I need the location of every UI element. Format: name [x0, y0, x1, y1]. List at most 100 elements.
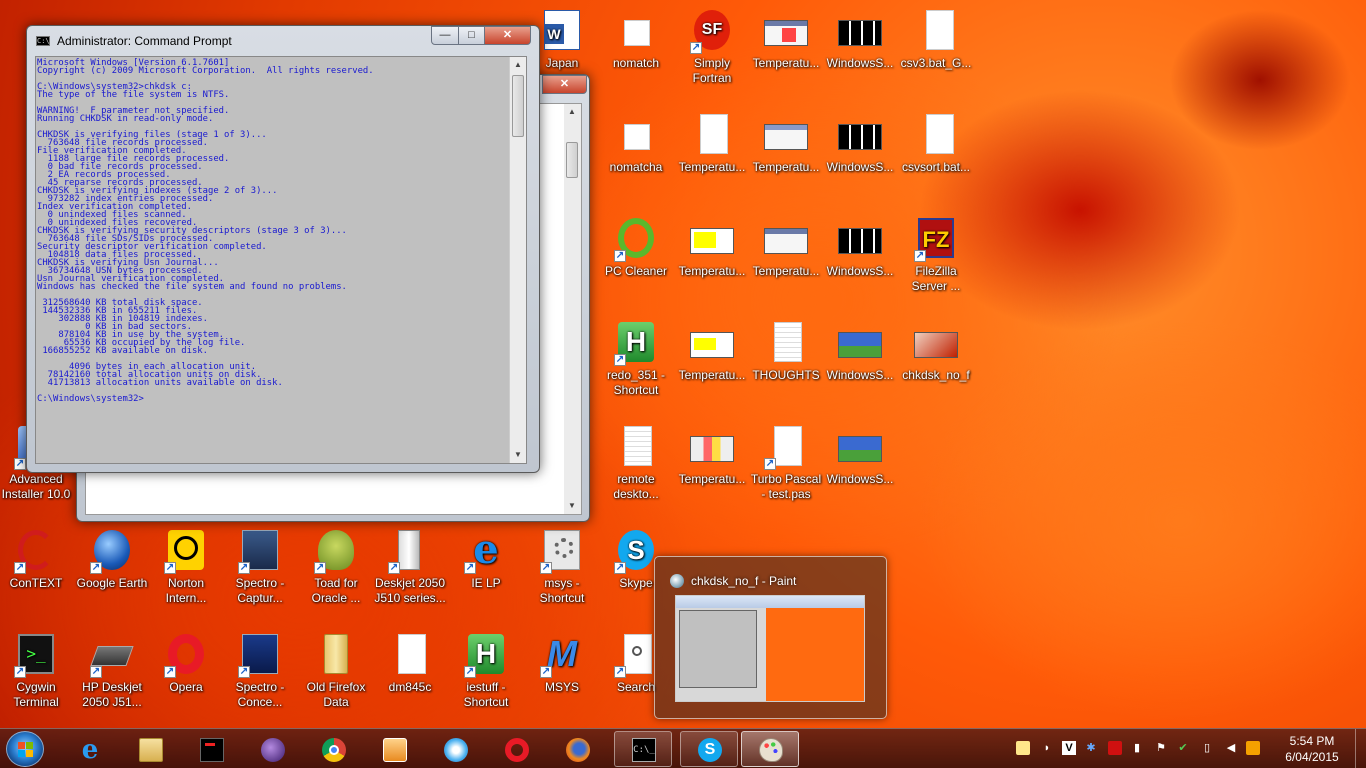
desktop-icon[interactable]: ↗ Norton Intern... — [148, 526, 224, 606]
desktop-icon[interactable]: chkdsk_no_f — [898, 318, 974, 383]
minimize-button[interactable]: — — [431, 26, 459, 45]
file-icon — [762, 318, 810, 366]
desktop-icon[interactable]: e ↗ IE LP — [448, 526, 524, 591]
taskbar-command-prompt[interactable]: C:\_ — [614, 731, 672, 767]
icon-label: Temperatu... — [678, 264, 746, 278]
scroll-up-arrow-icon[interactable]: ▲ — [510, 57, 526, 73]
scrollbar-thumb[interactable] — [566, 142, 578, 178]
command-prompt-window[interactable]: C:\ Administrator: Command Prompt — □ ✕ … — [26, 25, 540, 473]
clock-time: 5:54 PM — [1289, 734, 1335, 748]
desktop-icon[interactable]: ↗ ConTEXT — [0, 526, 74, 591]
icon-label: Advanced Installer 10.0 — [1, 472, 71, 501]
desktop-icon[interactable]: Temperatu... — [748, 110, 824, 175]
desktop-icon[interactable]: FZ ↗ FileZilla Server ... — [898, 214, 974, 294]
signal-icon[interactable]: ◗ — [1040, 741, 1054, 755]
scanner-icon: ↗ — [88, 630, 136, 678]
icon-label: iestuff - Shortcut — [463, 680, 509, 709]
taskbar-thumbnail-preview[interactable]: chkdsk_no_f - Paint — [654, 556, 887, 719]
desktop-icon[interactable]: WindowsS... — [822, 110, 898, 175]
clock[interactable]: 5:54 PM 6/04/2015 — [1280, 733, 1344, 765]
vlc-filter-icon[interactable]: V — [1062, 741, 1076, 755]
taskbar-paint[interactable] — [741, 731, 799, 767]
windows-logo-icon — [18, 742, 34, 758]
thumbnail-icon — [762, 110, 810, 158]
scroll-up-arrow-icon[interactable]: ▲ — [564, 104, 580, 120]
filezilla-icon: FZ ↗ — [912, 214, 960, 262]
desktop-icon[interactable]: Temperatu... — [674, 110, 750, 175]
scroll-down-arrow-icon[interactable]: ▼ — [564, 498, 580, 514]
desktop-icon[interactable]: Temperatu... — [674, 422, 750, 487]
icon-label: Google Earth — [76, 576, 148, 590]
desktop-icon[interactable]: H ↗ iestuff - Shortcut — [448, 630, 524, 710]
desktop-icon[interactable]: remote deskto... — [598, 422, 674, 502]
taskbar-opera[interactable] — [487, 731, 545, 767]
desktop-icon[interactable]: Temperatu... — [748, 214, 824, 279]
desktop-icon[interactable]: WindowsS... — [822, 318, 898, 383]
desktop-icon[interactable]: ↗ Toad for Oracle ... — [298, 526, 374, 606]
desktop-icon[interactable]: >_ ↗ Cygwin Terminal — [0, 630, 74, 710]
desktop-icon[interactable]: nomatch — [598, 6, 674, 71]
desktop-icon[interactable]: THOUGHTS — [748, 318, 824, 383]
icon-label: remote deskto... — [613, 472, 659, 501]
console-scrollbar[interactable]: ▲ ▼ — [509, 57, 526, 463]
bluetooth-icon[interactable]: ✱ — [1084, 741, 1098, 755]
desktop-icon[interactable]: H ↗ redo_351 - Shortcut — [598, 318, 674, 398]
background-window-close-button[interactable]: ✕ — [542, 75, 587, 94]
desktop-icon[interactable]: ↗ Opera — [148, 630, 224, 695]
chrome-icon — [322, 738, 346, 762]
security-check-icon[interactable]: ✔ — [1176, 741, 1190, 755]
desktop-icon[interactable]: csv3.bat_G... — [898, 6, 974, 71]
xp-thumbnail-icon — [836, 422, 884, 470]
desktop-icon[interactable]: nomatcha — [598, 110, 674, 175]
desktop-icon[interactable]: dm845c — [372, 630, 448, 695]
start-button[interactable] — [6, 731, 44, 767]
taskbar-media-player[interactable] — [365, 731, 423, 767]
desktop-icon[interactable]: SF ↗ Simply Fortran — [674, 6, 750, 86]
title-bar[interactable]: C:\ Administrator: Command Prompt — □ ✕ — [27, 26, 539, 54]
desktop-icon[interactable]: ↗ Spectro - Conce... — [222, 630, 298, 710]
desktop-icon[interactable]: WindowsS... — [822, 214, 898, 279]
close-button[interactable]: ✕ — [484, 26, 531, 45]
taskbar-eclipse[interactable] — [243, 731, 301, 767]
maximize-button[interactable]: □ — [458, 26, 485, 45]
network-bars-icon[interactable]: ▮ — [1130, 741, 1144, 755]
desktop-icon[interactable]: Temperatu... — [748, 6, 824, 71]
desktop-icon[interactable]: ↗ msys - Shortcut — [524, 526, 600, 606]
desktop-icon[interactable]: ↗ PC Cleaner — [598, 214, 674, 279]
shortcut-arrow-icon: ↗ — [238, 666, 250, 678]
taskbar-chrome[interactable] — [304, 731, 362, 767]
preview-image[interactable] — [675, 595, 865, 702]
desktop-icon[interactable]: ↗ Deskjet 2050 J510 series... — [372, 526, 448, 606]
taskbar-skype[interactable]: S — [680, 731, 738, 767]
desktop-icon[interactable]: ↗ Google Earth — [74, 526, 150, 591]
taskbar-explorer[interactable] — [121, 731, 179, 767]
scroll-down-arrow-icon[interactable]: ▼ — [510, 447, 526, 463]
desktop-icon[interactable]: WindowsS... — [822, 6, 898, 71]
background-window-scrollbar[interactable]: ▲ ▼ — [564, 104, 581, 514]
volume-icon[interactable]: ◀ — [1224, 741, 1238, 755]
taskbar-safari[interactable] — [426, 731, 484, 767]
icon-label: PC Cleaner — [604, 264, 668, 278]
desktop-icon[interactable]: csvsort.bat... — [898, 110, 974, 175]
desktop-icon[interactable]: Temperatu... — [674, 318, 750, 383]
notes-icon[interactable] — [1016, 741, 1030, 755]
desktop-icon[interactable]: ↗ Spectro - Captur... — [222, 526, 298, 606]
taskbar-terminal-app[interactable] — [182, 731, 240, 767]
scrollbar-thumb[interactable] — [512, 75, 524, 137]
acrobat-icon[interactable] — [1108, 741, 1122, 755]
desktop-icon[interactable]: Old Firefox Data — [298, 630, 374, 710]
desktop-icon[interactable]: ↗ Turbo Pascal - test.pas — [748, 422, 824, 502]
action-center-flag-icon[interactable]: ⚑ — [1154, 741, 1168, 755]
desktop-icon[interactable]: ↗ HP Deskjet 2050 J51... — [74, 630, 150, 710]
desktop-icon[interactable]: M ↗ MSYS — [524, 630, 600, 695]
show-desktop-button[interactable] — [1355, 729, 1366, 768]
desktop-icon[interactable]: WindowsS... — [822, 422, 898, 487]
taskbar-firefox[interactable] — [548, 731, 606, 767]
icon-label: redo_351 - Shortcut — [606, 368, 666, 397]
removable-device-icon[interactable]: ▯ — [1200, 741, 1214, 755]
power-icon[interactable] — [1246, 741, 1260, 755]
desktop-icon[interactable]: Temperatu... — [674, 214, 750, 279]
console-output[interactable]: Microsoft Windows [Version 6.1.7601] Cop… — [35, 56, 527, 464]
shortcut-arrow-icon: ↗ — [540, 666, 552, 678]
taskbar-ie[interactable]: e — [60, 731, 118, 767]
